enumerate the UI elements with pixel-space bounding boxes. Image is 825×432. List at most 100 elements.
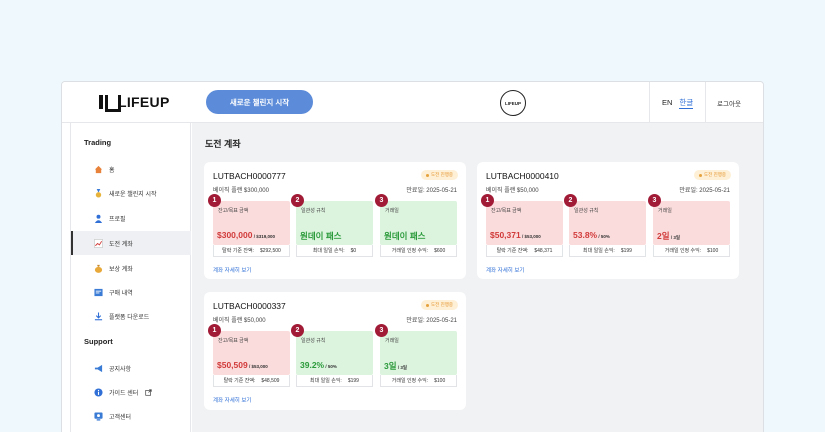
stat-box: 거래일 원데이 패스: [380, 201, 457, 245]
sidebar-item-challenge-accounts[interactable]: 도전 계좌: [71, 231, 191, 255]
status-badge: 도전 진행중: [421, 300, 458, 310]
expiry-text: 만료일: 2025-05-21: [406, 318, 457, 324]
sidebar-item-label: 새로운 챌린지 시작: [109, 191, 157, 198]
user-icon: [94, 214, 103, 223]
balance-stat: 잔고/목표 금액 $50,509 / $53,000 탈락 기준 잔액: $48,…: [208, 324, 290, 387]
trading-days-stat: 거래일 2일 / 3일 거래일 인정 수익: $100 3: [648, 194, 730, 257]
trading-days-stat: 거래일 원데이 패스 거래일 인정 수익: $600 3: [375, 194, 457, 257]
download-icon: [94, 311, 103, 321]
home-icon: [94, 165, 103, 174]
stat-footer: 탈락 기준 잔액: $48,509: [213, 375, 290, 387]
logo-text: LIFEUP: [118, 94, 170, 110]
sidebar-item-platform-download[interactable]: 플랫폼 다운로드: [71, 304, 191, 328]
external-link-icon: [144, 388, 153, 397]
page-title: 도전 계좌: [205, 139, 241, 149]
logout-button[interactable]: 로그아웃: [705, 82, 741, 123]
sidebar-item-home[interactable]: 홈: [71, 157, 191, 181]
stat-value: 원데이 패스: [300, 231, 342, 241]
stat-footer: 최대 일일 손익: $0: [296, 245, 373, 257]
sidebar-item-guide-center[interactable]: 가이드 센터: [71, 380, 191, 404]
step-number-badge: 3: [648, 194, 661, 207]
stat-box: 거래일 3일 / 3일: [380, 331, 457, 375]
challenge-account-card: LUTBACH0000410 도전 진행중 베이직 플랜 $50,000 만료일…: [477, 162, 739, 279]
step-number-badge: 2: [291, 194, 304, 207]
status-badge: 도전 진행중: [421, 170, 458, 180]
plan-text: 베이직 플랜 $300,000: [213, 188, 269, 194]
medal-icon: [94, 188, 103, 198]
account-details-link[interactable]: 계좌 자세히 보기: [486, 266, 524, 274]
stat-label: 거래일: [658, 208, 672, 214]
lang-ko-button[interactable]: 한글: [679, 97, 694, 109]
trading-days-stat: 거래일 3일 / 3일 거래일 인정 수익: $100 3: [375, 324, 457, 387]
stat-value: 2일 / 3일: [657, 231, 680, 241]
stat-box: 잔고/목표 금액 $50,509 / $53,000: [213, 331, 290, 375]
sidebar-trading-title: Trading: [84, 138, 112, 147]
stat-box: 잔고/목표 금액 $300,000 / $319,000: [213, 201, 290, 245]
stat-box: 일관성 규칙 39.2% / 50%: [296, 331, 373, 375]
sidebar-item-label: 공지사항: [109, 366, 132, 373]
challenge-account-card: LUTBACH0000777 도전 진행중 베이직 플랜 $300,000 만료…: [204, 162, 466, 279]
center-logo-badge[interactable]: LIFEUP: [500, 90, 526, 116]
stat-box: 일관성 규칙 53.8% / 50%: [569, 201, 646, 245]
expiry-text: 만료일: 2025-05-21: [406, 188, 457, 194]
account-id: LUTBACH0000337: [213, 301, 286, 311]
language-switcher: EN 한글: [649, 82, 694, 123]
step-number-badge: 2: [291, 324, 304, 337]
stat-label: 거래일: [385, 208, 399, 214]
consistency-stat: 일관성 규칙 53.8% / 50% 최대 일일 손익: $199 2: [564, 194, 646, 257]
stat-footer: 거래일 인정 수익: $100: [653, 245, 730, 257]
step-number-badge: 2: [564, 194, 577, 207]
lifeup-logo[interactable]: LIFEUP: [99, 94, 170, 112]
sidebar-item-label: 고객센터: [109, 414, 132, 421]
sidebar-item-reward-accounts[interactable]: 보상 계좌: [71, 256, 191, 280]
top-bar: LIFEUP 새로운 챌린지 시작 LIFEUP EN 한글 로그아웃: [62, 82, 763, 123]
money-bag-icon: [94, 264, 103, 273]
step-number-badge: 1: [481, 194, 494, 207]
stat-value: $300,000 / $319,000: [217, 230, 275, 240]
status-dot-icon: [426, 303, 430, 307]
plan-text: 베이직 플랜 $50,000: [213, 318, 266, 324]
stat-footer: 최대 일일 손익: $199: [569, 245, 646, 257]
receipt-icon: [94, 288, 103, 297]
stat-label: 일관성 규칙: [574, 208, 599, 214]
logo-mark-icon: [99, 95, 121, 112]
stat-footer: 탈락 기준 잔액: $292,500: [213, 245, 290, 257]
step-number-badge: 1: [208, 324, 221, 337]
account-details-link[interactable]: 계좌 자세히 보기: [213, 266, 251, 274]
stat-box: 잔고/목표 금액 $50,371 / $53,000: [486, 201, 563, 245]
stat-footer: 거래일 인정 수익: $600: [380, 245, 457, 257]
sidebar-item-label: 보상 계좌: [109, 266, 133, 273]
step-number-badge: 1: [208, 194, 221, 207]
consistency-stat: 일관성 규칙 39.2% / 50% 최대 일일 손익: $199 2: [291, 324, 373, 387]
sidebar-item-label: 구매 내역: [109, 290, 133, 297]
status-dot-icon: [426, 173, 430, 177]
expiry-text: 만료일: 2025-05-21: [679, 188, 730, 194]
support-icon: [94, 411, 103, 421]
challenge-account-card: LUTBACH0000337 도전 진행중 베이직 플랜 $50,000 만료일…: [204, 292, 466, 410]
stat-label: 잔고/목표 금액: [491, 208, 522, 214]
stat-label: 거래일: [385, 338, 399, 344]
lang-en-button[interactable]: EN: [662, 98, 672, 107]
sidebar-item-customer-center[interactable]: 고객센터: [71, 404, 191, 428]
sidebar-item-label: 홈: [109, 167, 115, 174]
sidebar-support-title: Support: [84, 337, 113, 346]
sidebar-item-new-challenge[interactable]: 새로운 챌린지 시작: [71, 181, 191, 205]
sidebar-item-purchase-history[interactable]: 구매 내역: [71, 280, 191, 304]
step-number-badge: 3: [375, 194, 388, 207]
balance-stat: 잔고/목표 금액 $50,371 / $53,000 탈락 기준 잔액: $48,…: [481, 194, 563, 257]
stat-label: 일관성 규칙: [301, 208, 326, 214]
stat-value: 원데이 패스: [384, 231, 426, 241]
sidebar: Trading 홈 새로운 챌린지 시작 프로필 도전 계좌 보상 계좌 구매 …: [70, 123, 191, 432]
stat-label: 일관성 규칙: [301, 338, 326, 344]
consistency-stat: 일관성 규칙 원데이 패스 최대 일일 손익: $0 2: [291, 194, 373, 257]
stat-value: 3일 / 3일: [384, 361, 407, 371]
sidebar-item-notices[interactable]: 공지사항: [71, 356, 191, 380]
account-details-link[interactable]: 계좌 자세히 보기: [213, 396, 251, 404]
stat-label: 잔고/목표 금액: [218, 208, 249, 214]
start-new-challenge-button[interactable]: 새로운 챌린지 시작: [206, 90, 313, 114]
sidebar-item-label: 가이드 센터: [109, 390, 139, 397]
sidebar-item-profile[interactable]: 프로필: [71, 206, 191, 230]
stat-footer: 최대 일일 손익: $199: [296, 375, 373, 387]
plan-text: 베이직 플랜 $50,000: [486, 188, 539, 194]
stat-value: $50,509 / $53,000: [217, 360, 268, 370]
